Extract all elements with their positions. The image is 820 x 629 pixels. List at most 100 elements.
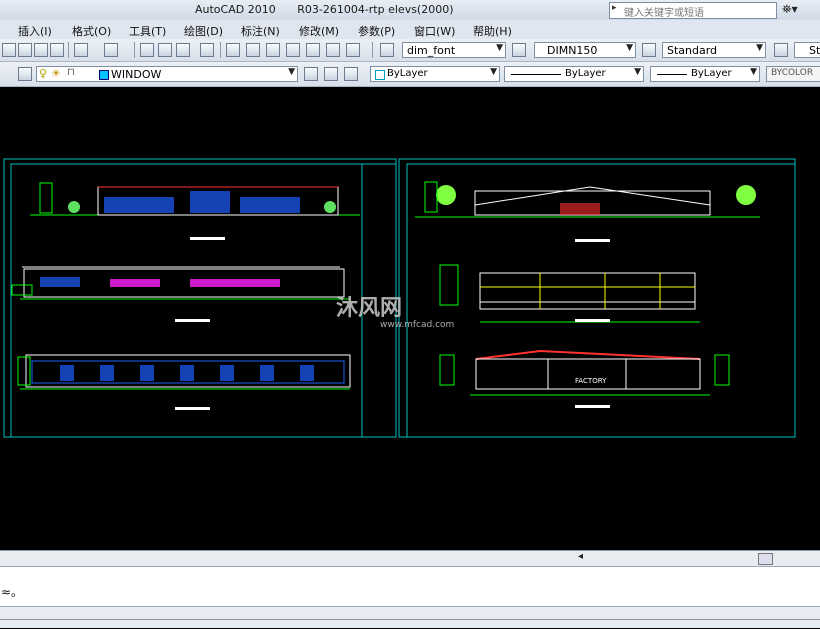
publish-icon[interactable]: [50, 43, 64, 57]
separator: [134, 42, 135, 58]
watermark-url: www.mfcad.com: [380, 320, 454, 330]
text-style-select[interactable]: dim_font ▼: [402, 42, 506, 58]
save-icon[interactable]: [18, 43, 32, 57]
command-line[interactable]: ≈。: [0, 566, 820, 607]
title-bar: AutoCAD 2010 R03-261004-rtp elevs(2000) …: [0, 0, 820, 21]
table-style-icon[interactable]: [642, 43, 656, 57]
text-style-icon[interactable]: [380, 43, 394, 57]
elevation-2: [11, 266, 350, 322]
app-title: AutoCAD 2010: [195, 3, 276, 16]
elevation-6: FACTORY: [439, 349, 730, 408]
lineweight-select[interactable]: ByLayer ▼: [650, 66, 760, 82]
zoom-realtime-icon[interactable]: [158, 43, 172, 57]
linetype-preview: [511, 74, 561, 75]
layer-state-icon[interactable]: [344, 67, 358, 81]
menu-window[interactable]: 窗口(W): [414, 23, 455, 39]
multileader-style-select[interactable]: St: [794, 42, 820, 58]
properties-icon[interactable]: [226, 43, 240, 57]
zoom-previous-icon[interactable]: [200, 43, 214, 57]
menu-tools[interactable]: 工具(T): [129, 23, 166, 39]
undo-icon[interactable]: [74, 43, 88, 57]
chevron-down-icon: ▼: [634, 67, 641, 77]
text-style-value: dim_font: [407, 44, 456, 57]
menu-format[interactable]: 格式(O): [72, 23, 111, 39]
file-title: R03-261004-rtp elevs(2000): [297, 3, 454, 16]
menu-help[interactable]: 帮助(H): [473, 23, 512, 39]
layer-color-swatch: [99, 70, 109, 80]
drawing-canvas[interactable]: FACTORY 沐风网 www.mfcad.com: [0, 87, 820, 550]
standard-toolbar: dim_font ▼ DIMN150 ▼ Standard ▼ St: [0, 39, 820, 62]
scroll-thumb[interactable]: [758, 553, 773, 565]
current-layer-value: WINDOW: [111, 68, 162, 81]
horizontal-scrollbar[interactable]: ◂: [0, 550, 820, 566]
elevation-3: [17, 354, 351, 410]
lock-icon: ⊓: [67, 67, 75, 78]
menu-modify[interactable]: 修改(M): [299, 23, 339, 39]
menu-draw[interactable]: 绘图(D): [184, 23, 223, 39]
factory-label: FACTORY: [575, 377, 607, 385]
expand-arrow-icon[interactable]: ▸: [612, 3, 617, 13]
zoom-window-icon[interactable]: [176, 43, 190, 57]
help-icon[interactable]: [346, 43, 360, 57]
pan-icon[interactable]: [140, 43, 154, 57]
table-style-value: Standard: [667, 44, 718, 57]
elevation-4: [415, 181, 760, 242]
color-swatch: [375, 70, 385, 80]
make-current-layer-icon[interactable]: [304, 67, 318, 81]
linetype-select[interactable]: ByLayer ▼: [504, 66, 644, 82]
chevron-down-icon: ▼: [288, 67, 295, 77]
multileader-style-value: St: [809, 44, 820, 57]
chevron-down-icon: ▼: [490, 67, 497, 77]
sheet-set-icon[interactable]: [286, 43, 300, 57]
command-history-text: ≈。: [1, 585, 24, 599]
color-value: ByLayer: [387, 68, 428, 79]
scroll-left-icon[interactable]: ◂: [578, 551, 583, 562]
multileader-style-icon[interactable]: [774, 43, 788, 57]
sun-icon: ☀: [51, 67, 61, 80]
chevron-down-icon: ▼: [750, 67, 757, 77]
markup-icon[interactable]: [306, 43, 320, 57]
elevation-5: [439, 264, 700, 323]
status-bar: [0, 606, 820, 628]
binoculars-icon[interactable]: ⛯▾: [782, 2, 798, 17]
layer-properties-icon[interactable]: [18, 67, 32, 81]
dim-style-value: DIMN150: [547, 44, 598, 57]
layer-select[interactable]: ♀ ☀ ⊓ WINDOW ▼: [36, 66, 298, 82]
table-style-select[interactable]: Standard ▼: [662, 42, 766, 58]
lightbulb-icon: ♀: [39, 67, 48, 80]
plot-icon[interactable]: [34, 43, 48, 57]
window-title: AutoCAD 2010 R03-261004-rtp elevs(2000): [195, 3, 472, 16]
color-select[interactable]: ByLayer ▼: [370, 66, 500, 82]
redo-icon[interactable]: [104, 43, 118, 57]
open-icon[interactable]: [2, 43, 16, 57]
chevron-down-icon: ▼: [496, 43, 503, 53]
plot-style-select[interactable]: BYCOLOR: [766, 66, 820, 82]
tool-palettes-icon[interactable]: [266, 43, 280, 57]
dim-style-select[interactable]: DIMN150 ▼: [534, 42, 636, 58]
separator: [372, 42, 373, 58]
lineweight-preview: [657, 74, 687, 75]
layers-toolbar: ♀ ☀ ⊓ WINDOW ▼ ByLayer ▼ ByLayer ▼ ByLay…: [0, 62, 820, 87]
elevation-1: [30, 182, 360, 240]
lineweight-value: ByLayer: [691, 68, 732, 79]
quickcalc-icon[interactable]: [326, 43, 340, 57]
menu-insert[interactable]: 插入(I): [18, 23, 52, 39]
plot-style-value: BYCOLOR: [771, 68, 814, 78]
menu-parametric[interactable]: 参数(P): [358, 23, 395, 39]
chevron-down-icon: ▼: [626, 43, 633, 53]
drawing-svg: FACTORY 沐风网 www.mfcad.com: [3, 158, 796, 438]
help-search-input[interactable]: ▸ 键入关键字或短语: [609, 2, 777, 19]
design-center-icon[interactable]: [246, 43, 260, 57]
status-cells: [0, 619, 820, 629]
menu-bar: 插入(I) 格式(O) 工具(T) 绘图(D) 标注(N) 修改(M) 参数(P…: [0, 20, 820, 40]
watermark-text: 沐风网: [336, 296, 402, 321]
sheet-inner-right: [406, 163, 796, 438]
search-placeholder: 键入关键字或短语: [624, 8, 704, 19]
dim-style-icon[interactable]: [512, 43, 526, 57]
watermark: 沐风网 www.mfcad.com: [336, 296, 454, 330]
menu-dimension[interactable]: 标注(N): [241, 23, 280, 39]
separator: [68, 42, 69, 58]
layer-previous-icon[interactable]: [324, 67, 338, 81]
linetype-value: ByLayer: [565, 68, 606, 79]
chevron-down-icon: ▼: [756, 43, 763, 53]
